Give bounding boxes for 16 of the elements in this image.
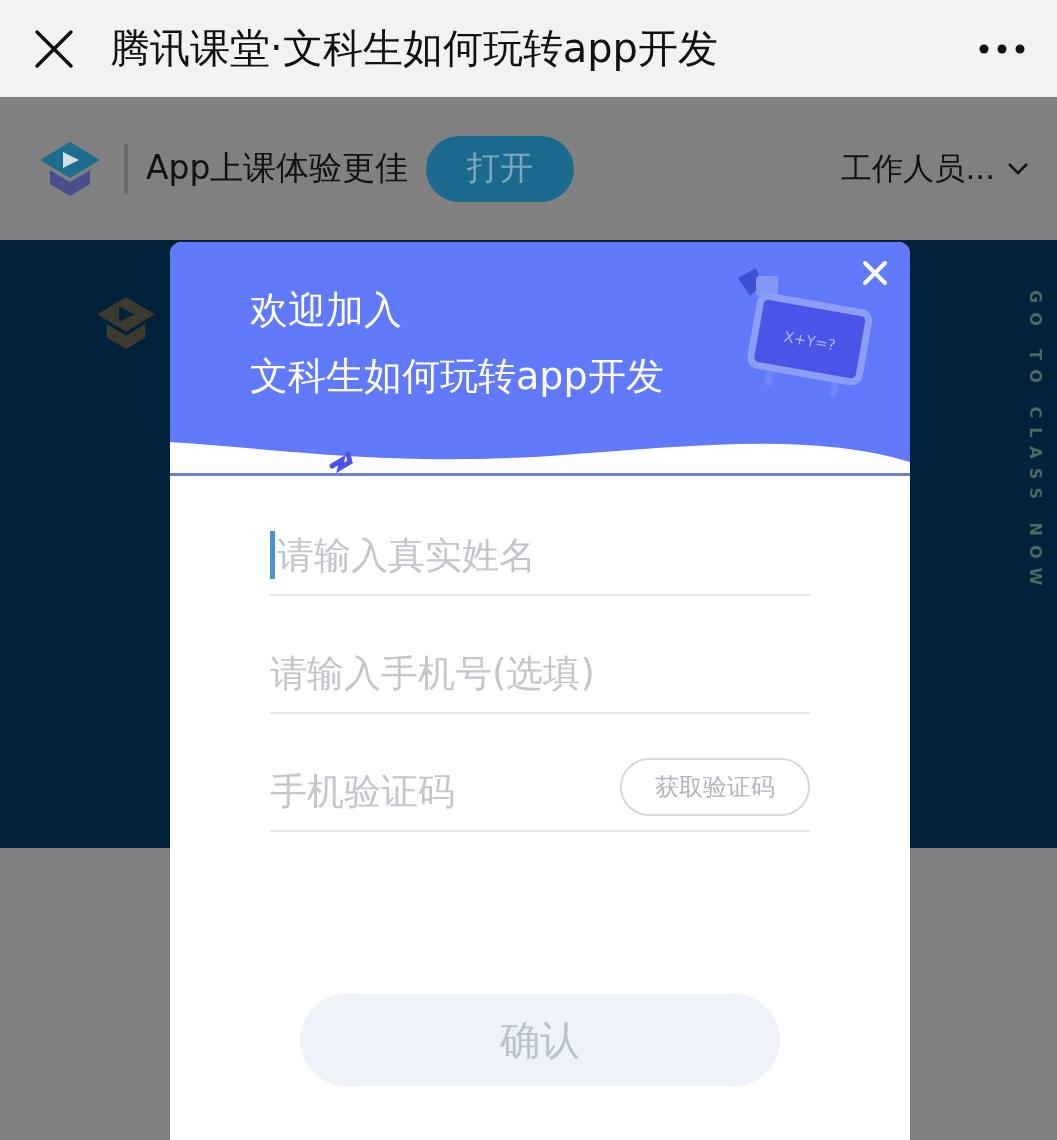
user-menu-label[interactable]: 工作人员...	[841, 147, 995, 190]
dialog-heading: 欢迎加入	[250, 287, 403, 334]
more-icon[interactable]	[979, 43, 1025, 54]
close-icon[interactable]	[34, 28, 74, 69]
chevron-down-icon[interactable]	[1007, 161, 1029, 176]
dialog-heading: 文科生如何玩转app开发	[250, 353, 664, 400]
window-title: 腾讯课堂·文科生如何玩转app开发	[110, 24, 719, 73]
graduation-cap-logo-icon	[95, 295, 157, 351]
input-field[interactable]: 请输入真实姓名	[277, 525, 810, 585]
graduation-cap-logo-icon	[38, 139, 102, 198]
open-app-button[interactable]: 打开	[426, 135, 575, 202]
input-field[interactable]: 手机验证码	[270, 761, 620, 821]
promo-text: App上课体验更佳	[146, 147, 409, 189]
vertical-tagline: GO TO CLASS NOW	[1026, 290, 1045, 595]
get-code-button[interactable]: 获取验证码	[620, 758, 810, 816]
input-field[interactable]: 请输入手机号(选填)	[270, 643, 810, 703]
